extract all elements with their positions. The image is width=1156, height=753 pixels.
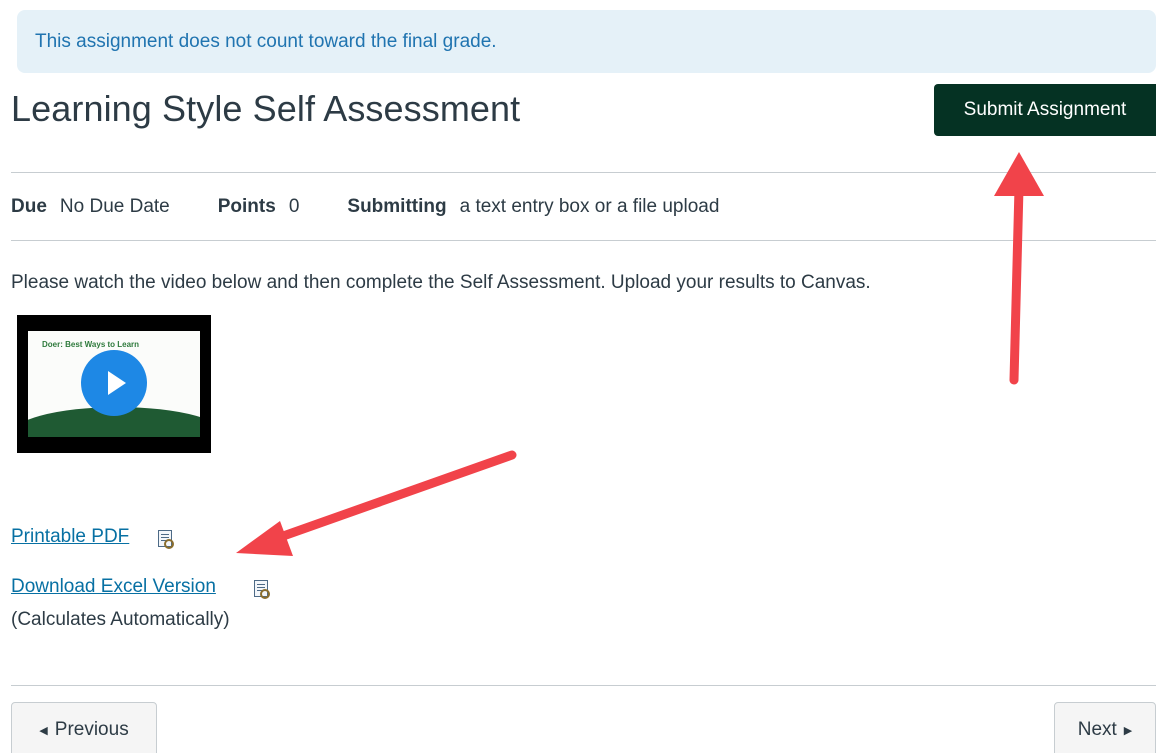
next-button[interactable]: Next ▶ bbox=[1054, 702, 1156, 753]
caret-right-icon: ▶ bbox=[1123, 724, 1133, 737]
points-label: Points bbox=[217, 196, 276, 217]
printable-pdf-link[interactable]: Printable PDF bbox=[11, 526, 129, 548]
submit-assignment-button[interactable]: Submit Assignment bbox=[934, 84, 1156, 136]
grade-notice-text: This assignment does not count toward th… bbox=[35, 30, 497, 52]
document-preview-icon[interactable] bbox=[158, 530, 174, 549]
submitting-value: a text entry box or a file upload bbox=[459, 196, 720, 217]
assignment-details: Due No Due Date Points 0 Submitting a te… bbox=[11, 196, 767, 218]
document-preview-icon[interactable] bbox=[254, 580, 270, 599]
assignment-page: This assignment does not count toward th… bbox=[0, 0, 1156, 753]
divider-details bbox=[11, 240, 1156, 241]
annotation-arrow-pdf bbox=[236, 450, 517, 556]
divider-top bbox=[11, 172, 1156, 173]
previous-label: Previous bbox=[54, 719, 129, 740]
download-excel-link[interactable]: Download Excel Version bbox=[11, 576, 216, 598]
points-value: 0 bbox=[288, 196, 300, 217]
caret-left-icon: ◀ bbox=[39, 724, 48, 737]
due-label: Due bbox=[11, 196, 47, 217]
page-title: Learning Style Self Assessment bbox=[11, 88, 521, 129]
due-value: No Due Date bbox=[59, 196, 170, 217]
next-label: Next bbox=[1077, 719, 1117, 740]
annotation-arrow-submit bbox=[994, 152, 1044, 385]
assignment-instructions: Please watch the video below and then co… bbox=[11, 272, 871, 293]
divider-footer bbox=[11, 685, 1156, 686]
previous-button[interactable]: ◀ Previous bbox=[11, 702, 157, 753]
excel-note: (Calculates Automatically) bbox=[11, 609, 230, 630]
play-icon[interactable] bbox=[81, 350, 147, 416]
submitting-label: Submitting bbox=[347, 196, 447, 217]
video-thumbnail[interactable]: Doer: Best Ways to Learn bbox=[17, 315, 211, 453]
video-slide-title: Doer: Best Ways to Learn bbox=[42, 340, 140, 349]
grade-notice-banner: This assignment does not count toward th… bbox=[17, 10, 1156, 73]
